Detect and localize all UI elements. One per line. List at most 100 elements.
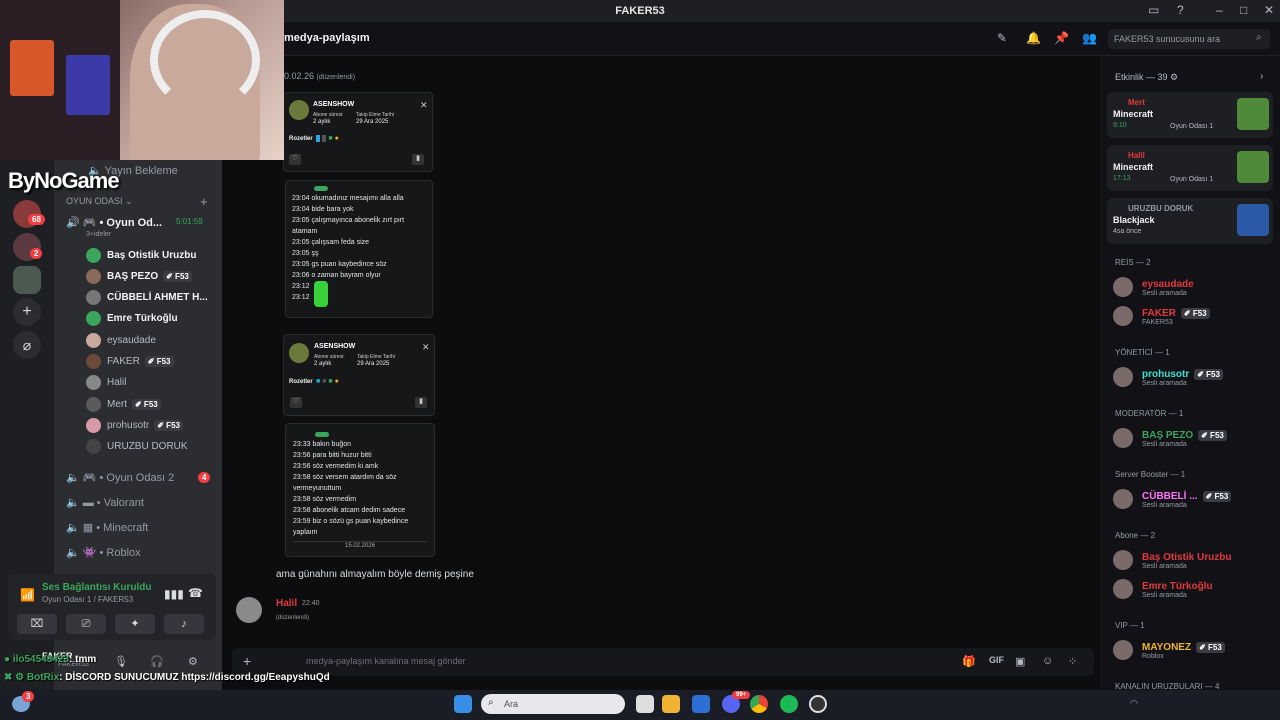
gear-icon[interactable]: ⚙ xyxy=(188,655,198,668)
message-author[interactable]: Halil xyxy=(276,598,297,609)
add-channel-icon[interactable]: + xyxy=(200,194,208,209)
camera-off-button[interactable]: ⌧ xyxy=(17,614,57,634)
activities-button[interactable]: ✦ xyxy=(115,614,155,634)
voice-member[interactable]: FAKER ✐ F53 xyxy=(86,353,174,371)
voice-member[interactable]: Emre Türkoğlu xyxy=(86,310,178,328)
pin-icon[interactable]: 📌 xyxy=(1054,31,1069,45)
apps-icon[interactable]: ⁘ xyxy=(1068,655,1077,668)
members-icon[interactable]: 👥 xyxy=(1082,31,1097,45)
log-time: 23:33 xyxy=(293,441,311,448)
member-name: Emre Türkoğlu xyxy=(107,313,178,325)
heart-icon[interactable]: ♡ xyxy=(290,397,302,408)
task-view-icon[interactable] xyxy=(636,695,654,713)
game-thumbnail xyxy=(1237,151,1269,183)
headphone-icon[interactable]: 🎧 xyxy=(150,655,164,668)
discover-icon[interactable]: ⌀ xyxy=(13,331,41,359)
chat-log-line: 23:33 bakın buğon xyxy=(293,439,427,450)
server-search-input[interactable]: FAKER53 sunucusunu ara xyxy=(1108,29,1270,49)
activity-game: Minecraft xyxy=(1113,109,1154,119)
server-badge: 68 xyxy=(28,214,45,225)
microphone-icon[interactable]: 🎙 xyxy=(114,655,128,668)
sticker-icon[interactable]: ▣ xyxy=(1015,655,1025,668)
voice-member[interactable]: CÜBBELİ AHMET H... xyxy=(86,289,208,307)
maximize-button[interactable]: □ xyxy=(1240,3,1247,17)
role-header: YÖNETİCİ — 1 xyxy=(1115,348,1170,357)
chrome-icon[interactable] xyxy=(750,695,768,713)
member-name: MAYONEZ xyxy=(1142,642,1192,653)
log-time: 23:05 xyxy=(292,261,310,268)
member-row[interactable]: CÜBBELİ ... ✐ F53 Sesli aramada xyxy=(1113,488,1232,509)
file-explorer-icon[interactable] xyxy=(662,695,680,713)
chat-log-line: 23:04 bide bara yok xyxy=(292,204,426,215)
obs-icon[interactable] xyxy=(809,695,827,713)
message-time: 22:40 xyxy=(302,600,320,607)
chat-log-line: 23:58 abonelik atcam dedim sadece xyxy=(293,505,427,516)
activity-room: Oyun Odası 1 xyxy=(1170,176,1214,183)
store-icon[interactable] xyxy=(692,695,710,713)
disconnect-icon[interactable]: ☎ xyxy=(188,586,203,600)
trash-icon[interactable]: ▮ xyxy=(412,154,424,165)
avatar xyxy=(1113,549,1133,570)
avatar xyxy=(86,417,101,433)
noise-icon[interactable]: ▮▮▮ xyxy=(164,587,184,601)
voice-channel-minecraft[interactable]: 🔈 ▦ • Minecraft xyxy=(66,521,148,534)
voice-member[interactable]: URUZBU DORUK xyxy=(86,438,188,456)
gif-icon[interactable]: GIF xyxy=(989,655,1004,665)
voice-member[interactable]: Baş Otistik Uruzbu xyxy=(86,246,196,264)
close-button[interactable]: ✕ xyxy=(1264,3,1274,17)
member-row[interactable]: FAKER ✐ F53 FAKER53 xyxy=(1113,305,1210,326)
voice-member[interactable]: Halil xyxy=(86,374,126,392)
minimize-button[interactable]: – xyxy=(1216,3,1223,17)
screen-share-button[interactable]: ⎚ xyxy=(66,614,106,634)
help-icon[interactable]: ? xyxy=(1177,3,1184,17)
member-row[interactable]: Emre Türkoğlu Sesli aramada xyxy=(1113,578,1213,599)
avatar[interactable] xyxy=(236,597,262,623)
trash-icon[interactable]: ▮ xyxy=(415,397,427,408)
member-row[interactable]: eysaudade Sesli aramada xyxy=(1113,276,1194,297)
threads-icon[interactable]: ✎ xyxy=(997,31,1007,45)
taskbar-search-input[interactable]: Ara xyxy=(504,699,518,709)
gift-icon[interactable]: 🎁 xyxy=(962,655,976,668)
voice-channel-valorant[interactable]: 🔈 ▬ • Valorant xyxy=(66,496,144,509)
log-time: 23:56 xyxy=(293,463,311,470)
member-row[interactable]: Baş Otistik Uruzbu Sesli aramada xyxy=(1113,549,1231,570)
voice-channel-room1[interactable]: 🔊 🎮 • Oyun Od... xyxy=(66,216,162,229)
headphones xyxy=(150,10,260,110)
chat-user: ilo54543423 xyxy=(12,654,69,665)
chevron-right-icon[interactable]: › xyxy=(1260,71,1263,82)
add-server-icon[interactable]: + xyxy=(13,298,41,326)
inbox-icon[interactable]: ▭ xyxy=(1148,3,1159,17)
voice-member[interactable]: eysaudade xyxy=(86,331,156,349)
voice-channel-room2[interactable]: 🔈 🎮 • Oyun Odası 2 xyxy=(66,471,174,484)
voice-member[interactable]: BAŞ PEZO ✐ F53 xyxy=(86,267,192,285)
log-time: 23:04 xyxy=(292,206,310,213)
voice-member[interactable]: prohusotr ✐ F53 xyxy=(86,416,183,434)
voice-channel-roblox[interactable]: 🔈 👾 • Roblox xyxy=(66,546,141,559)
close-icon[interactable]: ✕ xyxy=(422,342,430,353)
close-icon[interactable]: ✕ xyxy=(420,100,428,111)
poster xyxy=(10,40,54,96)
member-name: prohusotr xyxy=(1142,369,1190,380)
voice-member[interactable]: Mert ✐ F53 xyxy=(86,395,161,413)
member-row[interactable]: MAYONEZ ✐ F53 Roblox xyxy=(1113,639,1225,660)
taskbar-search[interactable] xyxy=(481,694,625,714)
heart-icon[interactable]: ♡ xyxy=(289,154,301,165)
member-name-row: FAKER ✐ F53 xyxy=(1142,305,1210,319)
spotify-icon[interactable] xyxy=(780,695,798,713)
member-name-row: MAYONEZ ✐ F53 xyxy=(1142,639,1225,653)
log-time: 23:06 xyxy=(292,272,310,279)
activity-header[interactable]: Etkinlik — 39 ⚙ xyxy=(1115,72,1178,83)
soundboard-button[interactable]: ♪ xyxy=(164,614,204,634)
category-oyun-odasi[interactable]: OYUN ODASI ⌄ xyxy=(66,196,133,207)
member-row[interactable]: BAŞ PEZO ✐ F53 Sesli aramada xyxy=(1113,427,1227,448)
start-icon[interactable] xyxy=(454,695,472,713)
member-row[interactable]: prohusotr ✐ F53 Sesli aramada xyxy=(1113,366,1223,387)
bell-icon[interactable]: 🔔 xyxy=(1026,31,1041,45)
message-input[interactable]: medya-paylaşım kanalına mesaj gönder xyxy=(306,656,466,666)
wifi-icon[interactable]: ◠ xyxy=(1130,698,1138,709)
add-attachment-icon[interactable]: + xyxy=(243,653,251,669)
activity-game: Minecraft xyxy=(1113,162,1154,172)
channel-label: Valorant xyxy=(103,497,144,509)
emoji-icon[interactable]: ☺ xyxy=(1042,655,1053,667)
server-icon[interactable] xyxy=(13,266,41,294)
